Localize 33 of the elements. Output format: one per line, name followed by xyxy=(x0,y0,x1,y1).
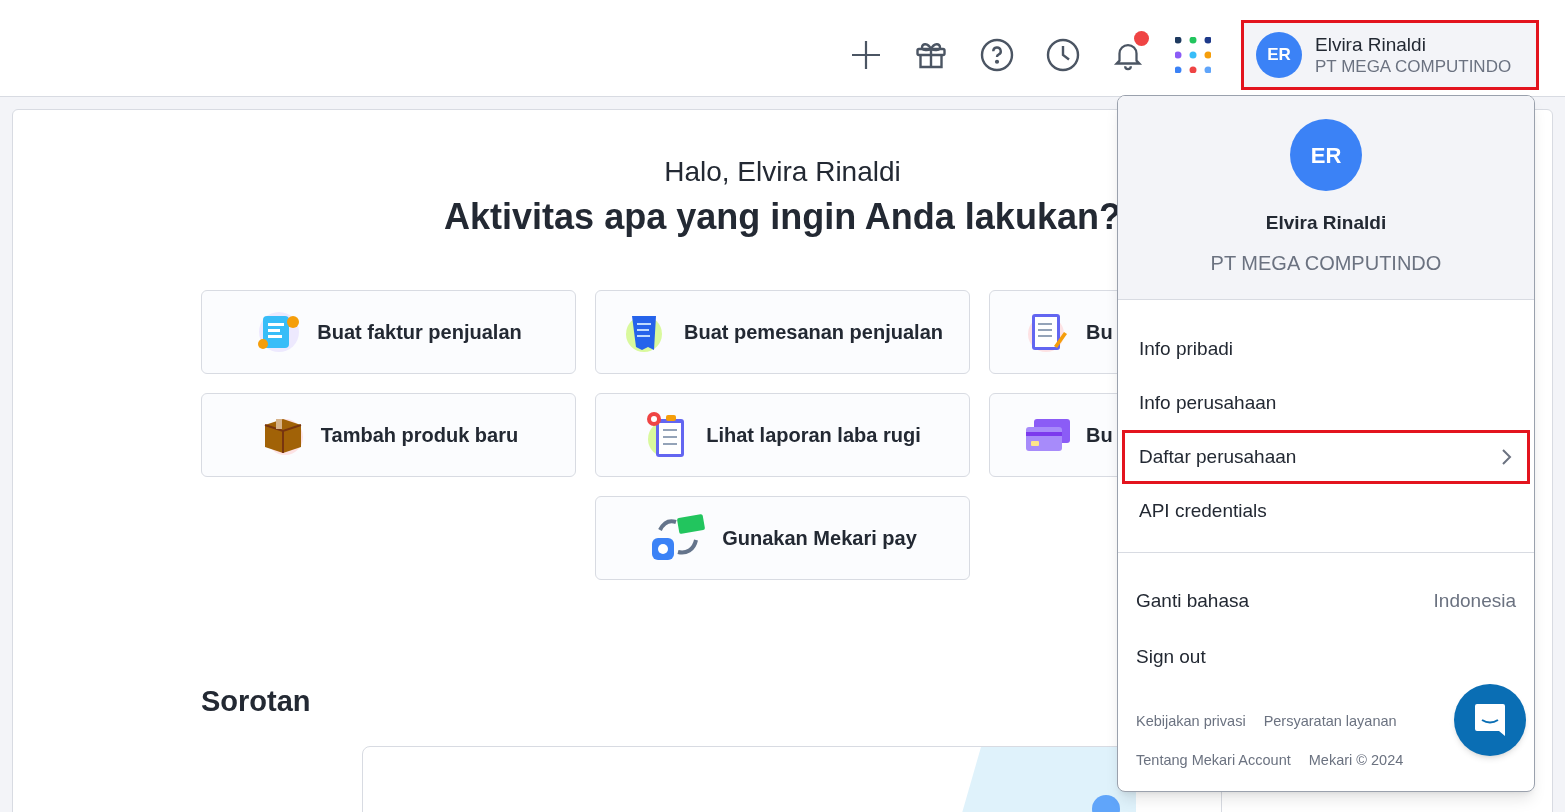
footer-link[interactable]: Mekari © 2024 xyxy=(1308,749,1404,772)
menu-item[interactable]: API credentials xyxy=(1122,484,1530,538)
action-card[interactable]: Tambah produk baru xyxy=(201,393,576,477)
user-name: Elvira Rinaldi xyxy=(1315,32,1427,57)
user-account-button[interactable]: ER Elvira Rinaldi PT MEGA COMPUTINDO xyxy=(1241,20,1539,90)
language-value: Indonesia xyxy=(1433,588,1516,613)
profile-company: PT MEGA COMPUTINDO xyxy=(1210,250,1442,276)
footer-link[interactable]: Kebijakan privasi xyxy=(1136,711,1246,733)
action-card[interactable]: Lihat laporan laba rugi xyxy=(595,393,970,477)
profile-avatar: ER xyxy=(1290,119,1362,191)
help-icon[interactable] xyxy=(979,37,1015,73)
menu-item[interactable]: Info pribadi xyxy=(1122,322,1530,376)
apps-grid-icon[interactable] xyxy=(1175,37,1211,73)
plus-icon[interactable] xyxy=(849,38,883,72)
profile-name: Elvira Rinaldi xyxy=(1265,211,1387,235)
greeting: Halo, Elvira Rinaldi xyxy=(664,155,901,189)
user-avatar: ER xyxy=(1256,32,1302,78)
company-name: PT MEGA COMPUTINDO xyxy=(1315,56,1512,78)
chat-bubble-icon xyxy=(1474,703,1506,737)
footer-link[interactable]: Persyaratan layanan xyxy=(1263,711,1397,733)
action-card[interactable]: Buat faktur penjualan xyxy=(201,290,576,374)
action-card[interactable]: Gunakan Mekari pay xyxy=(595,496,970,580)
language-label: Ganti bahasa xyxy=(1136,588,1250,613)
section-title: Sorotan xyxy=(201,684,311,719)
chevron-right-icon xyxy=(1501,448,1513,466)
language-menu-item[interactable]: Ganti bahasa Indonesia xyxy=(1136,573,1516,629)
page-heading: Aktivitas apa yang ingin Anda lakukan? xyxy=(444,195,1121,239)
menu-item[interactable]: Daftar perusahaan xyxy=(1122,430,1530,484)
menu-item[interactable]: Info perusahaan xyxy=(1122,376,1530,430)
action-card[interactable]: Buat pemesanan penjualan xyxy=(595,290,970,374)
clock-icon[interactable] xyxy=(1045,37,1081,73)
footer-link[interactable]: Tentang Mekari Account xyxy=(1136,749,1291,772)
sign-out-item[interactable]: Sign out xyxy=(1136,629,1516,685)
